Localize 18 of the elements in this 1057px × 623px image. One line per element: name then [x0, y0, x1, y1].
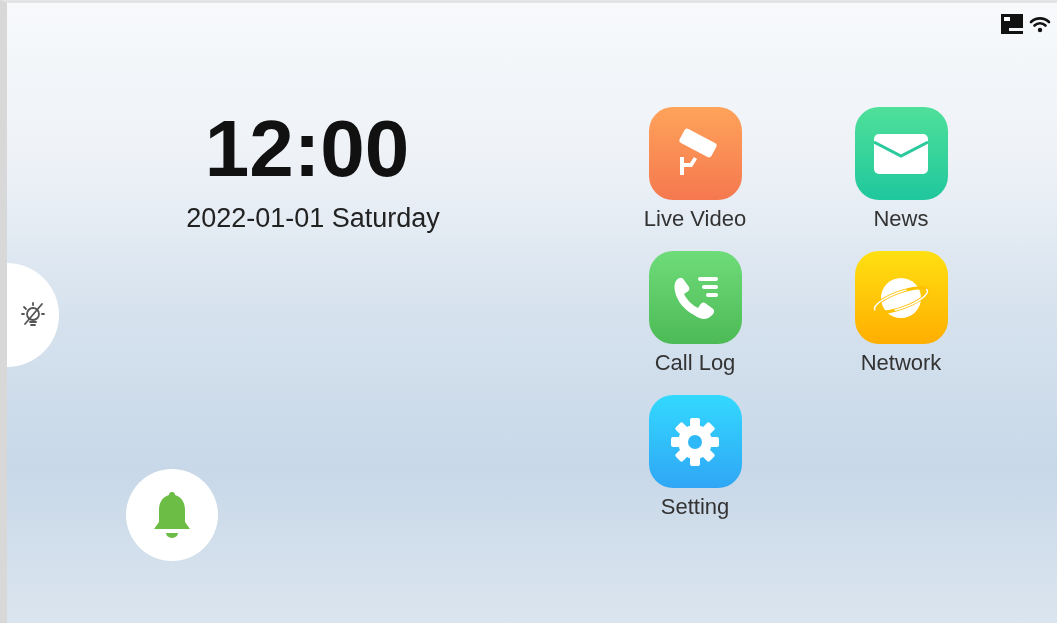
wifi-icon: [1029, 15, 1051, 33]
app-label[interactable]: Live Video: [643, 206, 747, 232]
app-label[interactable]: Setting: [660, 494, 730, 520]
light-bulb-off-icon: [21, 302, 45, 328]
computer-icon: [1001, 14, 1023, 34]
app-label[interactable]: Call Log: [654, 350, 736, 376]
clock-time: 12:00: [203, 109, 411, 189]
app-tile-button[interactable]: [648, 395, 742, 488]
app-tile-button[interactable]: [854, 251, 948, 344]
clock-date: 2022-01-01 Saturday: [185, 203, 440, 234]
app-tile-button[interactable]: [854, 107, 948, 200]
app-tile-button[interactable]: [648, 251, 742, 344]
app-label[interactable]: Network: [860, 350, 942, 376]
settings-icon: [669, 415, 721, 468]
envelope-icon: [874, 131, 928, 176]
app-label[interactable]: News: [873, 206, 929, 232]
bell-icon: [152, 490, 192, 540]
app-tile-button[interactable]: [648, 107, 742, 200]
